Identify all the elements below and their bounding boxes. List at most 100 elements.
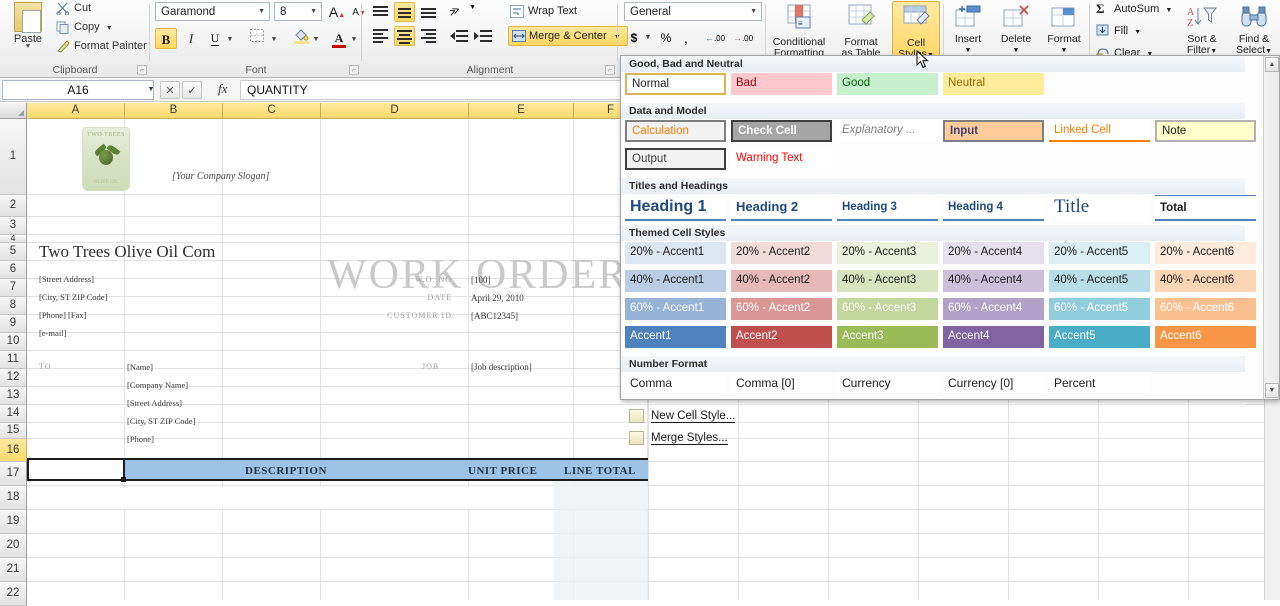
fill-handle[interactable] bbox=[121, 477, 126, 482]
currency-button[interactable]: $ bbox=[626, 28, 642, 48]
merge-styles-link[interactable]: Merge Styles... bbox=[625, 430, 728, 447]
name-box-dropdown-arrow[interactable]: ▼ bbox=[145, 80, 157, 100]
cell-style-swatch[interactable]: Accent5 bbox=[1049, 326, 1150, 348]
row-header-21[interactable]: 21 bbox=[0, 558, 27, 582]
gallery-scrollbar[interactable]: ▲ ▼ bbox=[1263, 56, 1279, 399]
cancel-formula-button[interactable]: ✕ bbox=[160, 81, 180, 99]
chevron-down-icon[interactable]: ▼ bbox=[1134, 29, 1141, 36]
row-header-1[interactable]: 1 bbox=[0, 119, 27, 195]
borders-dropdown[interactable]: ▼ bbox=[268, 28, 280, 49]
chevron-down-icon[interactable]: ▼ bbox=[1210, 48, 1217, 55]
row-header-11[interactable]: 11 bbox=[0, 351, 27, 369]
column-header-D[interactable]: D bbox=[321, 103, 469, 119]
row-header-17[interactable]: 17 bbox=[0, 462, 27, 486]
row-header-2[interactable]: 2 bbox=[0, 195, 27, 217]
chevron-down-icon[interactable]: ▼ bbox=[1265, 48, 1272, 55]
row-header-4[interactable]: 4 bbox=[0, 234, 27, 243]
comma-button[interactable]: , bbox=[678, 28, 694, 48]
align-center-button[interactable] bbox=[394, 26, 415, 46]
font-color-button[interactable]: A bbox=[328, 28, 350, 49]
align-right-button[interactable] bbox=[418, 26, 439, 46]
cell-style-swatch[interactable]: Accent6 bbox=[1155, 326, 1256, 348]
cell-style-swatch[interactable]: 20% - Accent5 bbox=[1049, 242, 1150, 264]
cell-style-swatch[interactable]: 20% - Accent1 bbox=[625, 242, 726, 264]
format-painter-button[interactable]: Format Painter bbox=[54, 38, 147, 55]
cell-style-swatch[interactable]: Total bbox=[1155, 195, 1256, 221]
cell-style-swatch[interactable]: Comma [0] bbox=[731, 373, 832, 395]
cell-style-swatch[interactable]: Output bbox=[625, 148, 726, 170]
cut-button[interactable]: Cut bbox=[54, 0, 91, 17]
row-header-20[interactable]: 20 bbox=[0, 534, 27, 558]
orientation-button[interactable]: ≫ ▼ bbox=[447, 2, 476, 22]
cell-style-swatch[interactable]: 60% - Accent2 bbox=[731, 298, 832, 320]
cell-style-swatch[interactable]: 60% - Accent5 bbox=[1049, 298, 1150, 320]
cell-style-swatch[interactable]: Accent4 bbox=[943, 326, 1044, 348]
merge-center-button[interactable]: Merge & Center ▼ bbox=[508, 26, 628, 46]
cell-style-swatch[interactable]: Good bbox=[837, 73, 938, 95]
chevron-down-icon[interactable]: ▼ bbox=[750, 3, 757, 21]
row-header-12[interactable]: 12 bbox=[0, 369, 27, 387]
copy-button[interactable]: Copy ▼ bbox=[54, 19, 113, 36]
font-color-dropdown[interactable]: ▼ bbox=[348, 28, 360, 49]
cell-style-swatch[interactable]: 20% - Accent6 bbox=[1155, 242, 1256, 264]
cell-style-swatch[interactable]: 40% - Accent1 bbox=[625, 270, 726, 292]
row-header-7[interactable]: 7 bbox=[0, 279, 27, 297]
row-header-22[interactable]: 22 bbox=[0, 582, 27, 606]
chevron-down-icon[interactable]: ▼ bbox=[258, 3, 265, 21]
row-header-6[interactable]: 6 bbox=[0, 261, 27, 279]
enter-formula-button[interactable]: ✓ bbox=[182, 81, 202, 99]
cell-style-swatch[interactable]: Neutral bbox=[943, 73, 1044, 95]
cell-style-swatch[interactable]: Check Cell bbox=[731, 120, 832, 142]
row-header-14[interactable]: 14 bbox=[0, 405, 27, 423]
cell-style-swatch[interactable]: 60% - Accent3 bbox=[837, 298, 938, 320]
cell-style-swatch[interactable]: Normal bbox=[625, 73, 726, 95]
number-format-combo[interactable]: General ▼ bbox=[624, 2, 762, 21]
font-dialog-launcher[interactable]: ⌐ bbox=[349, 65, 359, 75]
currency-dropdown[interactable]: ▼ bbox=[643, 28, 653, 48]
row-header-15[interactable]: 15 bbox=[0, 423, 27, 439]
cell-style-swatch[interactable]: Input bbox=[943, 120, 1044, 142]
cell-style-swatch[interactable]: Currency [0] bbox=[943, 373, 1044, 395]
clipboard-dialog-launcher[interactable]: ⌐ bbox=[137, 65, 147, 75]
row-header-19[interactable]: 19 bbox=[0, 510, 27, 534]
cell-style-swatch[interactable]: 40% - Accent6 bbox=[1155, 270, 1256, 292]
paste-button[interactable]: Paste ▼ bbox=[6, 2, 50, 58]
cell-style-swatch[interactable]: 40% - Accent5 bbox=[1049, 270, 1150, 292]
cell-style-swatch[interactable]: 40% - Accent2 bbox=[731, 270, 832, 292]
cell-style-swatch[interactable]: Warning Text bbox=[731, 148, 832, 170]
bold-button[interactable]: B bbox=[155, 28, 177, 49]
cell-style-swatch[interactable]: 20% - Accent2 bbox=[731, 242, 832, 264]
cell-styles-gallery[interactable]: Good, Bad and Neutral Normal Bad Good Neutra… bbox=[620, 55, 1280, 445]
selected-cell-A16[interactable] bbox=[27, 458, 126, 482]
paste-dropdown-arrow[interactable]: ▼ bbox=[6, 43, 50, 50]
cell-style-swatch[interactable]: Comma bbox=[625, 373, 726, 395]
cell-style-swatch[interactable]: Note bbox=[1155, 120, 1256, 142]
cell-style-swatch[interactable]: 20% - Accent4 bbox=[943, 242, 1044, 264]
cell-style-swatch[interactable]: 40% - Accent4 bbox=[943, 270, 1044, 292]
row-header-13[interactable]: 13 bbox=[0, 387, 27, 405]
font-name-combo[interactable]: Garamond ▼ bbox=[155, 2, 270, 21]
fill-color-button[interactable] bbox=[290, 28, 312, 49]
autosum-button[interactable]: Σ AutoSum ▼ bbox=[1094, 0, 1172, 18]
percent-button[interactable]: % bbox=[658, 28, 674, 48]
grow-font-button[interactable]: A▲ bbox=[326, 2, 348, 23]
underline-dropdown[interactable]: ▼ bbox=[224, 28, 236, 49]
cell-style-swatch[interactable]: Accent1 bbox=[625, 326, 726, 348]
underline-button[interactable]: U bbox=[204, 28, 226, 49]
cell-style-swatch[interactable]: 60% - Accent6 bbox=[1155, 298, 1256, 320]
decrease-indent-button[interactable] bbox=[450, 26, 471, 46]
chevron-down-icon[interactable]: ▼ bbox=[310, 3, 317, 21]
column-header-A[interactable]: A bbox=[27, 103, 125, 119]
copy-dropdown-arrow[interactable]: ▼ bbox=[106, 25, 113, 32]
row-header-5[interactable]: 5 bbox=[0, 243, 27, 261]
cell-style-swatch[interactable]: Title bbox=[1049, 195, 1150, 221]
cell-style-swatch[interactable]: Accent3 bbox=[837, 326, 938, 348]
select-all-corner[interactable] bbox=[0, 103, 27, 119]
align-middle-button[interactable] bbox=[394, 2, 415, 22]
fill-color-dropdown[interactable]: ▼ bbox=[310, 28, 322, 49]
decrease-decimal-button[interactable]: →.00 bbox=[730, 28, 756, 48]
cell-style-swatch[interactable]: Heading 4 bbox=[943, 195, 1044, 221]
cell-style-swatch[interactable]: Bad bbox=[731, 73, 832, 95]
chevron-down-icon[interactable]: ▼ bbox=[1165, 7, 1172, 14]
align-top-button[interactable] bbox=[370, 2, 391, 22]
